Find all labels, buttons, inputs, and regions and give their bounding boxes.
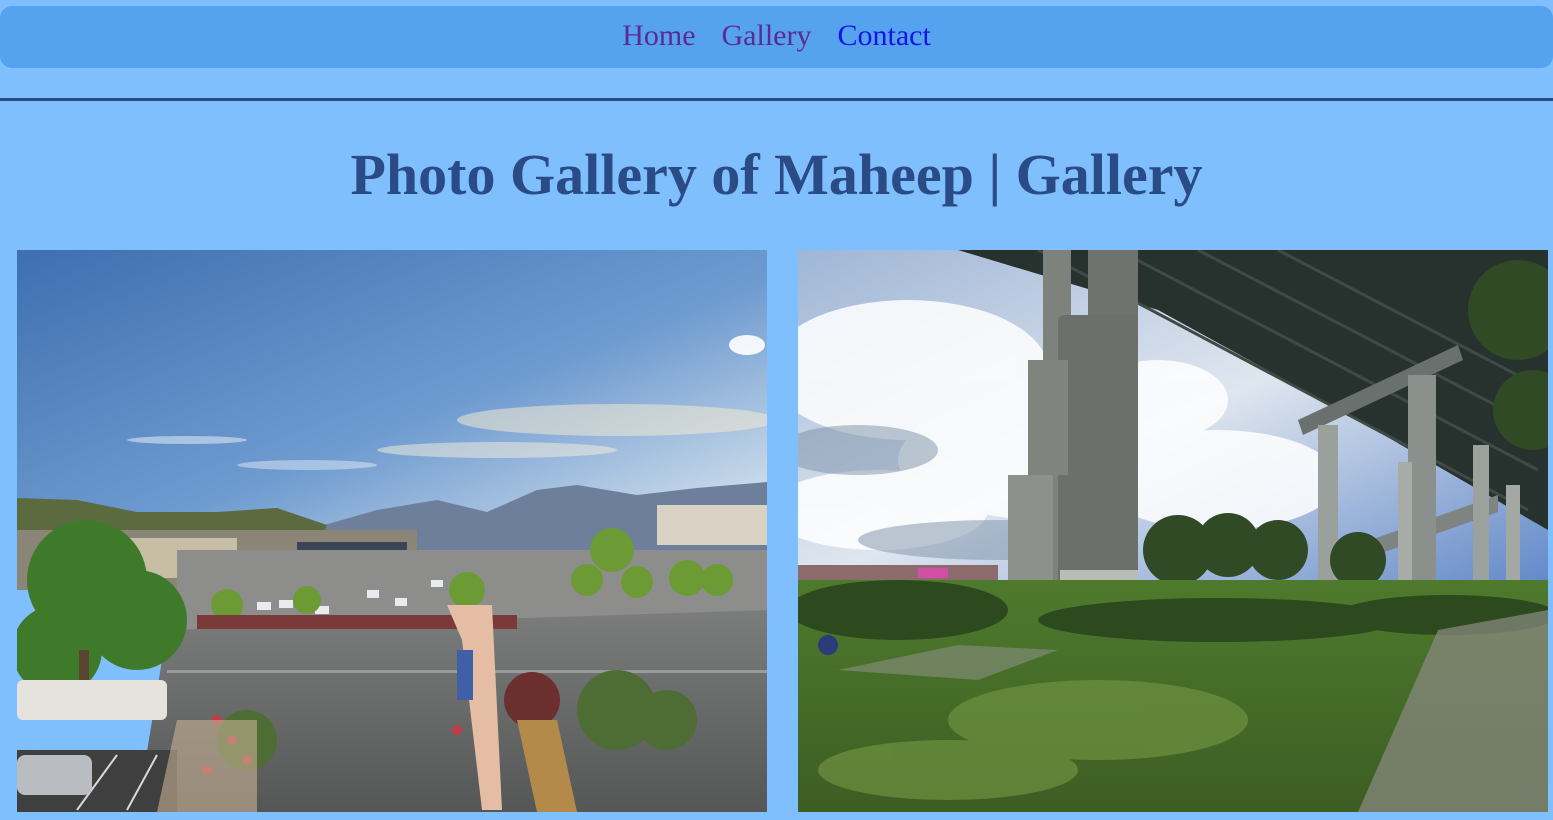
gallery-photo-town[interactable] xyxy=(17,250,767,812)
page-title: Photo Gallery of Maheep | Gallery xyxy=(350,142,1203,207)
nav-link-home[interactable]: Home xyxy=(622,21,695,51)
gallery-photo-bridge[interactable] xyxy=(798,250,1548,812)
town-valley-image xyxy=(17,250,767,812)
bridge-underside-image xyxy=(798,250,1548,812)
nav-link-gallery[interactable]: Gallery xyxy=(722,21,812,51)
top-nav-bar: Home Gallery Contact xyxy=(0,6,1553,68)
horizontal-divider xyxy=(0,98,1553,101)
nav-link-contact[interactable]: Contact xyxy=(837,21,930,51)
